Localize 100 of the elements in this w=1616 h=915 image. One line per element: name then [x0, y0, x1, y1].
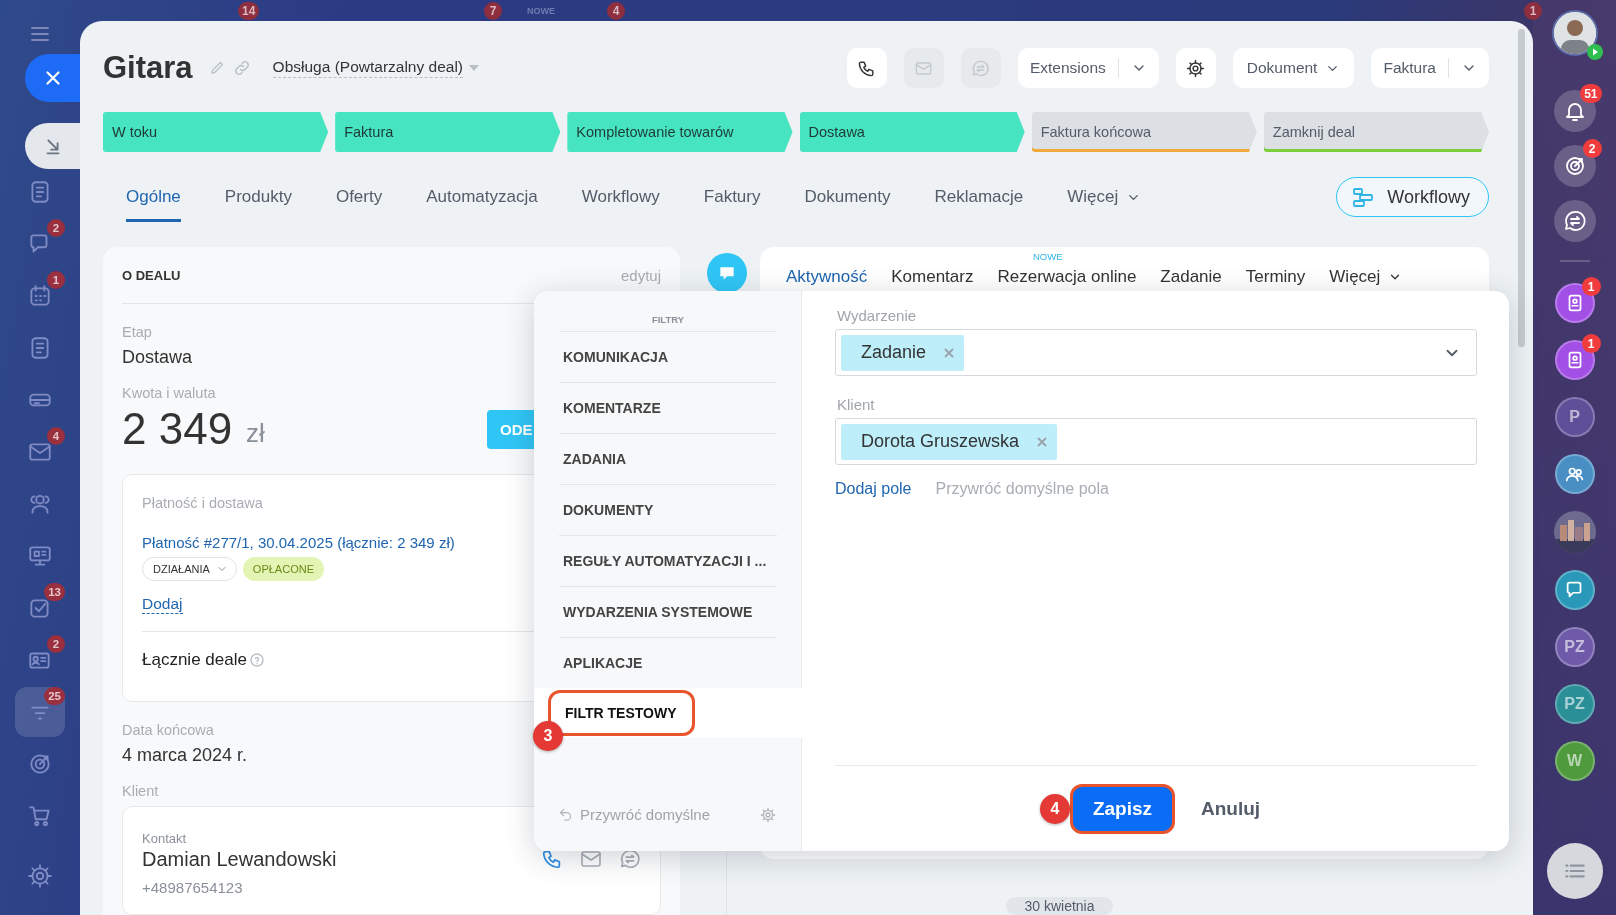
caret-icon: [469, 65, 479, 71]
sidebar-item[interactable]: 25: [15, 687, 65, 737]
tag: Zadanie: [841, 334, 965, 371]
settings-icon: [760, 806, 776, 823]
timeline-tab[interactable]: Więcej: [1329, 267, 1403, 287]
sidebar-item[interactable]: 2: [15, 635, 65, 685]
count-badge: 4: [607, 2, 625, 20]
tab[interactable]: Produkty: [224, 172, 292, 222]
stage-step[interactable]: W toku: [103, 112, 329, 152]
tool-button[interactable]: [1553, 90, 1596, 132]
filter-item[interactable]: KOMUNIKACJA: [559, 331, 777, 382]
chat-avatar[interactable]: P: [1554, 397, 1595, 437]
minimize-button[interactable]: [25, 123, 80, 169]
icon-button[interactable]: [846, 48, 887, 88]
sidebar-item[interactable]: 1: [15, 271, 65, 321]
link-icon: [232, 59, 251, 77]
new-label: NOWE: [527, 6, 555, 16]
field-label: Klient: [837, 396, 876, 413]
workflow-icon: [1351, 185, 1376, 209]
add-field-link[interactable]: Dodaj pole: [835, 480, 912, 498]
filter-item[interactable]: REGUŁY AUTOMATYZACJI I ...: [559, 535, 777, 586]
tool-button[interactable]: [1553, 145, 1596, 187]
stage-step[interactable]: Faktura: [335, 112, 561, 152]
tab[interactable]: Faktury: [703, 172, 761, 222]
count-badge: 25: [44, 687, 65, 705]
tab[interactable]: Automatyzacja: [426, 172, 538, 222]
filter-item[interactable]: KOMENTARZE: [559, 382, 777, 433]
timeline-tab[interactable]: Komentarz: [891, 267, 974, 287]
undo-icon: [558, 807, 573, 822]
count-badge: 2: [1582, 139, 1602, 158]
chat-icon: [619, 848, 641, 870]
step-badge: 4: [1039, 793, 1070, 824]
chat-icon[interactable]: [707, 253, 747, 293]
filters-title: FILTRY: [651, 313, 685, 327]
chat-avatar[interactable]: [1554, 340, 1595, 380]
chat-avatar[interactable]: PZ: [1554, 627, 1595, 667]
timeline-tab[interactable]: Terminy: [1245, 267, 1306, 287]
filter-item[interactable]: WYDARZENIA SYSTEMOWE: [559, 586, 777, 637]
remove-icon[interactable]: [944, 347, 955, 358]
save-button[interactable]: Zapisz: [1069, 783, 1175, 834]
scrollbar[interactable]: [1518, 29, 1525, 347]
count-badge: 2: [47, 635, 65, 653]
highlight-frame: ZADANIA: [559, 451, 626, 467]
dropdown-button[interactable]: Dokument: [1232, 48, 1355, 88]
total-label: Łącznie deale: [142, 650, 247, 670]
highlight-frame: KOMENTARZE: [559, 400, 661, 416]
stage-step[interactable]: Zamknij deal: [1263, 112, 1490, 152]
highlight-frame: KOMUNIKACJA: [559, 349, 668, 365]
highlight-frame: APLIKACJE: [559, 655, 643, 671]
workflow-button[interactable]: Workflowy: [1336, 177, 1489, 217]
category-dropdown[interactable]: Obsługa (Powtarzalny deal): [272, 58, 479, 78]
stage-step[interactable]: Dostawa: [799, 112, 1025, 152]
chat-avatar[interactable]: [1554, 454, 1595, 494]
calendar-icon: [27, 283, 53, 309]
cancel-button[interactable]: Anuluj: [1201, 797, 1261, 820]
count-badge: 51: [1580, 84, 1602, 103]
chat-avatar[interactable]: [1554, 283, 1595, 323]
tab[interactable]: Dokumenty: [804, 172, 891, 222]
contact-name: Damian Lewandowski: [142, 847, 337, 871]
tab[interactable]: Reklamacje: [934, 172, 1024, 222]
timeline-tab[interactable]: Zadanie: [1160, 267, 1222, 287]
count-badge: 2: [47, 219, 65, 237]
chat-avatar[interactable]: [1554, 570, 1595, 610]
icon-button[interactable]: [1175, 48, 1216, 88]
field-value: 4 marca 2024 r.: [122, 745, 248, 766]
pencil-icon: [208, 59, 226, 76]
filter-item[interactable]: DOKUMENTY: [559, 484, 777, 535]
gear-icon: [27, 863, 53, 889]
section-title: O DEALU: [122, 267, 181, 283]
field-label: Kwota i waluta: [122, 385, 216, 401]
chat-icon: [1562, 209, 1587, 233]
close-button[interactable]: [25, 54, 80, 102]
more-tab[interactable]: Więcej: [1067, 172, 1142, 222]
stage-step[interactable]: Kompletowanie towarów: [567, 112, 793, 152]
phone-icon: [857, 58, 877, 78]
count-badge: 1: [47, 271, 65, 289]
stage-step[interactable]: Faktura końcowa: [1031, 112, 1257, 152]
count-badge: 1: [1581, 334, 1601, 353]
card-title: Płatność i dostawa: [142, 495, 263, 511]
split-button[interactable]: Faktura: [1371, 48, 1489, 88]
split-button[interactable]: Extensions: [1017, 48, 1159, 88]
new-label: NOWE: [1033, 251, 1063, 262]
filter-item[interactable]: ZADANIA: [559, 433, 777, 484]
sidebar-item[interactable]: 13: [15, 583, 65, 633]
remove-icon[interactable]: [1037, 436, 1048, 447]
tab[interactable]: Workflowy: [581, 172, 660, 222]
add-link[interactable]: Dodaj: [142, 595, 183, 614]
actions-dropdown[interactable]: DZIAŁANIA: [142, 557, 237, 581]
sidebar-item[interactable]: 4: [15, 427, 65, 477]
sidebar-item[interactable]: 2: [15, 219, 65, 269]
tool-button[interactable]: [1553, 200, 1596, 242]
tab[interactable]: Oferty: [335, 172, 383, 222]
tab[interactable]: Ogólne: [126, 172, 181, 222]
timeline-tab[interactable]: Aktywność: [786, 267, 868, 287]
amount: 2 349: [122, 404, 233, 454]
timeline-tab[interactable]: Rezerwacja online: [997, 267, 1137, 287]
tag-field[interactable]: Dorota Gruszewska: [835, 418, 1477, 465]
count-badge: 4: [47, 427, 65, 445]
field-label: Etap: [122, 324, 152, 340]
tag-field[interactable]: Zadanie: [835, 329, 1477, 376]
